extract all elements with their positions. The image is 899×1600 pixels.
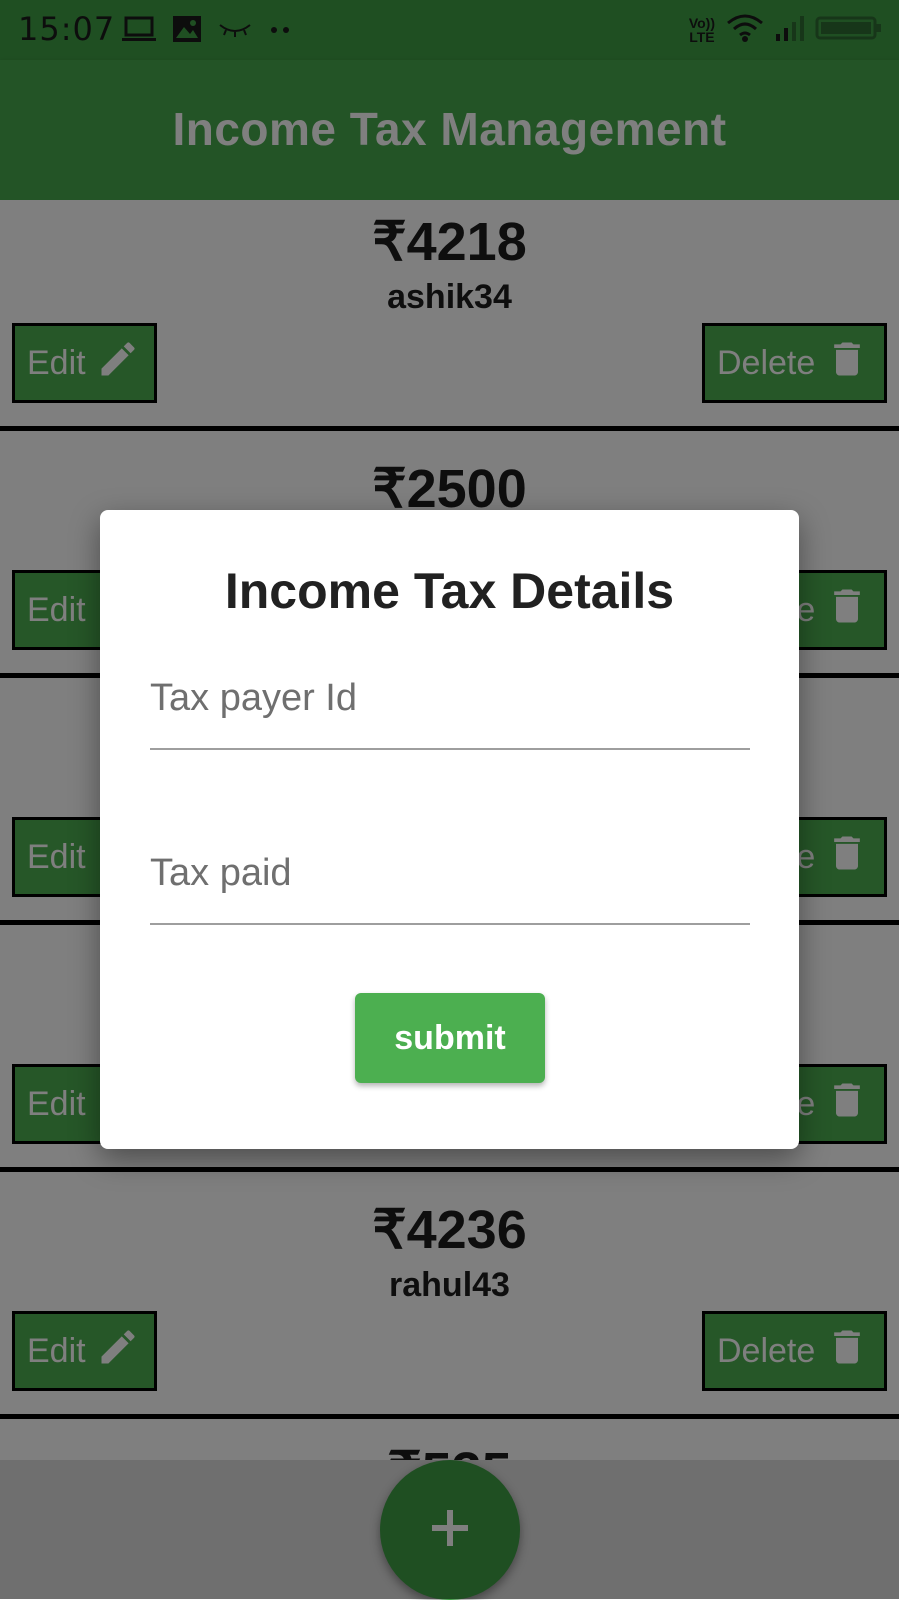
income-tax-dialog: Income Tax Details submit — [100, 510, 799, 1149]
tax-payer-id-field[interactable] — [150, 658, 750, 750]
tax-paid-field[interactable] — [150, 833, 750, 925]
tax-paid-input[interactable] — [150, 833, 750, 913]
tax-payer-id-input[interactable] — [150, 658, 750, 738]
submit-button[interactable]: submit — [355, 993, 545, 1083]
dialog-title: Income Tax Details — [224, 563, 675, 619]
